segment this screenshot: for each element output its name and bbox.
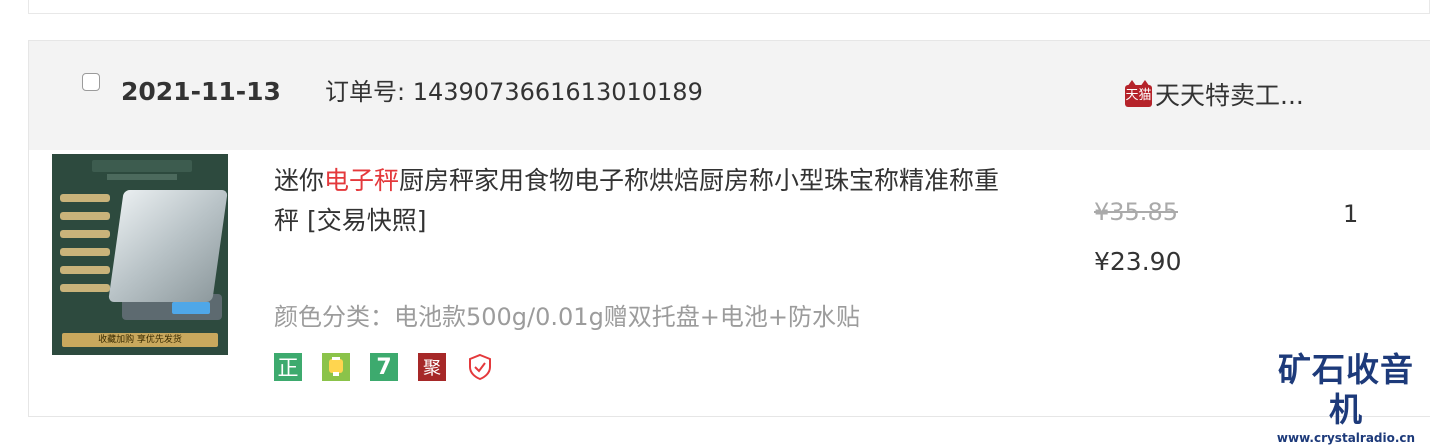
quantity: 1: [1343, 200, 1359, 228]
product-thumbnail[interactable]: 收藏加购 享优先发货: [52, 154, 228, 355]
watermark-logo: 矿石收音机 www.crystalradio.cn: [1262, 350, 1430, 445]
sku-info: 颜色分类：电池款500g/0.01g赠双托盘+电池+防水贴: [274, 303, 861, 331]
shield-check-icon[interactable]: [466, 353, 494, 381]
product-image-footer-text: 收藏加购 享优先发货: [98, 335, 182, 345]
actual-price: ¥23.90: [1094, 247, 1182, 276]
tmall-icon: 天猫: [1125, 80, 1152, 107]
order-number: 订单号: 1439073661613010189: [325, 78, 703, 106]
shop-name[interactable]: 天天特卖工...: [1155, 81, 1304, 111]
order-select-checkbox[interactable]: [82, 73, 100, 91]
watermark-url: www.crystalradio.cn: [1276, 431, 1416, 445]
previous-order-card: [28, 0, 1430, 14]
ju-badge-icon[interactable]: 聚: [418, 353, 446, 381]
baoxian-badge-icon[interactable]: [322, 353, 350, 381]
seven-day-return-badge-icon[interactable]: 7: [370, 353, 398, 381]
title-prefix: 迷你: [274, 166, 325, 195]
original-price: ¥35.85: [1094, 198, 1178, 226]
service-badges: 正 7 聚: [274, 352, 514, 382]
product-title-link[interactable]: 迷你电子秤厨房秤家用食物电子称烘焙厨房称小型珠宝称精准称重秤 [交易快照]: [274, 161, 1014, 241]
order-date: 2021-11-13: [121, 77, 281, 106]
title-highlight: 电子秤: [324, 166, 400, 195]
order-header: 2021-11-13 订单号: 1439073661613010189 天猫 天…: [29, 41, 1430, 150]
zheng-badge-icon[interactable]: 正: [274, 353, 302, 381]
shop-link[interactable]: 天猫 天天特卖工...: [1125, 80, 1304, 111]
watermark-title: 矿石收音机: [1278, 350, 1414, 429]
